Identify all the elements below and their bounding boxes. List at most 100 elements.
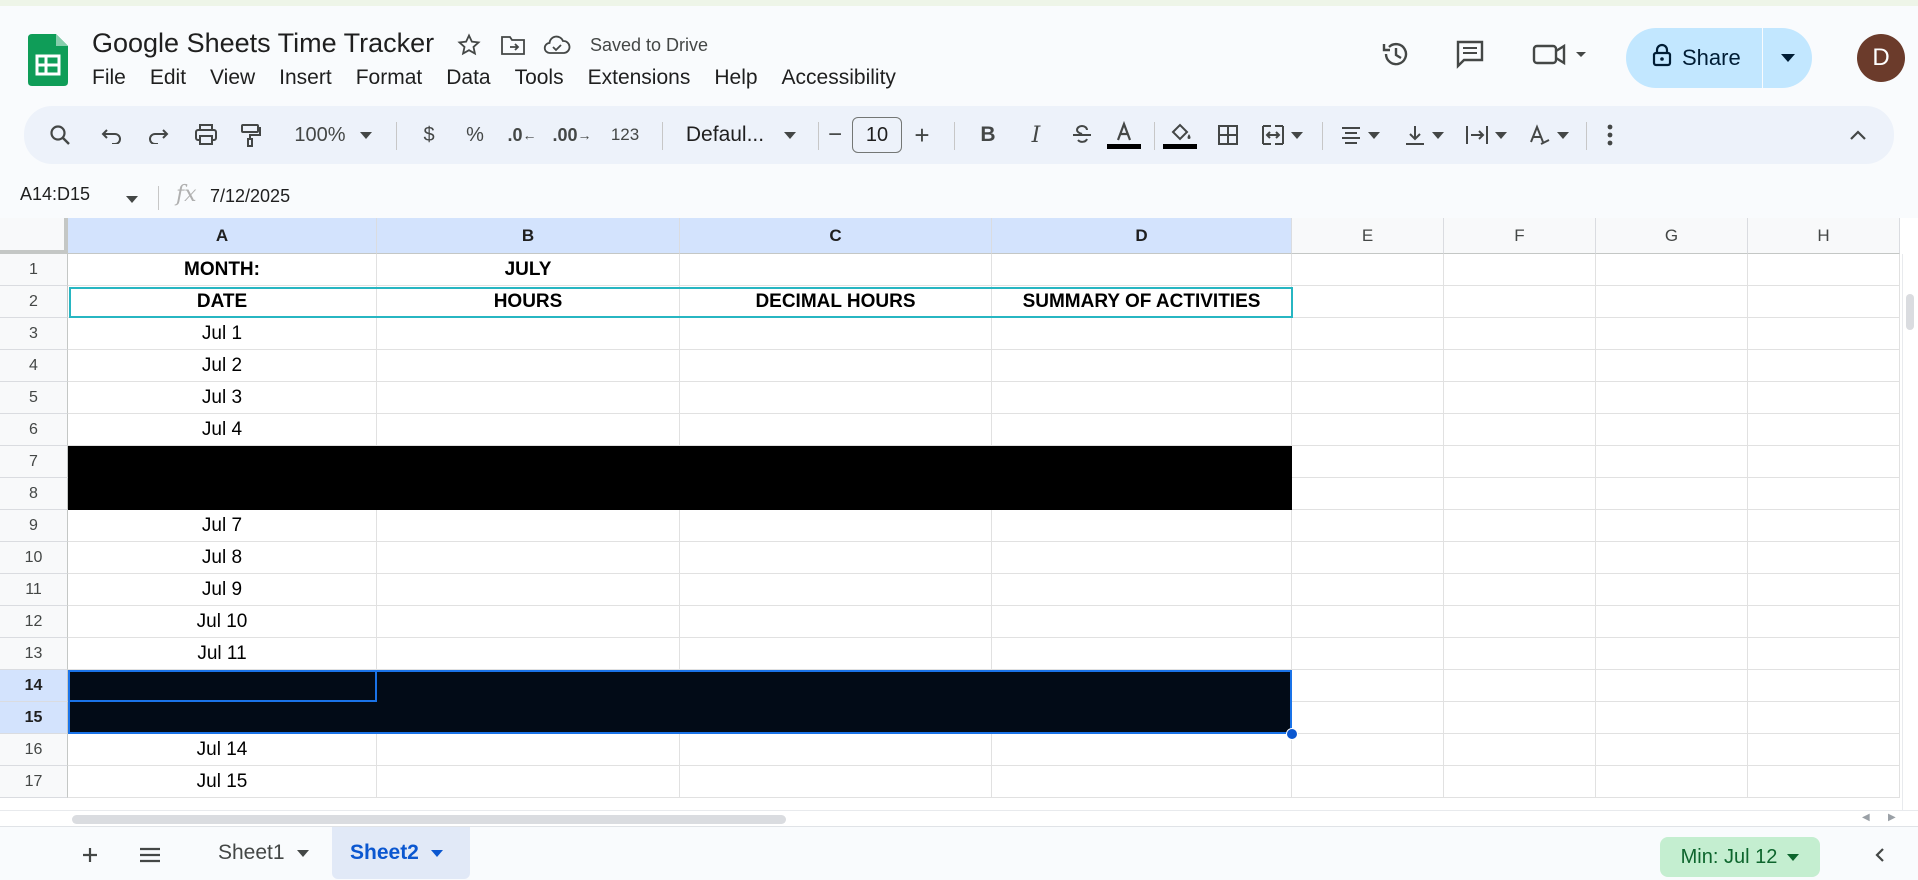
search-menus-icon[interactable] <box>40 106 80 164</box>
row-header-14[interactable]: 14 <box>0 670 68 702</box>
cell-e13[interactable] <box>1292 638 1444 670</box>
cell-h4[interactable] <box>1748 350 1900 382</box>
cell-g10[interactable] <box>1596 542 1748 574</box>
font-size-input[interactable]: 10 <box>852 117 902 153</box>
menu-insert[interactable]: Insert <box>267 64 344 92</box>
cell-c17[interactable] <box>680 766 992 798</box>
cell-d9[interactable] <box>992 510 1292 542</box>
column-header-a[interactable]: A <box>68 218 377 254</box>
cell-f4[interactable] <box>1444 350 1596 382</box>
cell-f5[interactable] <box>1444 382 1596 414</box>
column-header-c[interactable]: C <box>680 218 992 254</box>
cell-b4[interactable] <box>377 350 680 382</box>
cell-b6[interactable] <box>377 414 680 446</box>
menu-help[interactable]: Help <box>702 64 769 92</box>
text-rotation-icon[interactable] <box>1520 106 1576 164</box>
cell-b10[interactable] <box>377 542 680 574</box>
name-box[interactable]: A14:D15 <box>20 184 90 205</box>
cell-h12[interactable] <box>1748 606 1900 638</box>
undo-icon[interactable] <box>94 106 130 164</box>
menu-data[interactable]: Data <box>434 64 502 92</box>
cell-h3[interactable] <box>1748 318 1900 350</box>
cell-g14[interactable] <box>1596 670 1748 702</box>
cell-d1[interactable] <box>992 254 1292 286</box>
column-header-d[interactable]: D <box>992 218 1292 254</box>
explore-summary-button[interactable]: Min: Jul 12 <box>1660 837 1820 877</box>
row-header-9[interactable]: 9 <box>0 510 68 542</box>
meet-icon[interactable] <box>1530 36 1594 72</box>
cell-b9[interactable] <box>377 510 680 542</box>
comments-icon[interactable] <box>1452 36 1488 72</box>
cell-d16[interactable] <box>992 734 1292 766</box>
horizontal-align-icon[interactable] <box>1332 106 1388 164</box>
chevron-down-icon[interactable] <box>126 190 138 208</box>
cell-g13[interactable] <box>1596 638 1748 670</box>
italic-button[interactable]: I <box>1018 106 1054 164</box>
menu-edit[interactable]: Edit <box>138 64 198 92</box>
cell-e12[interactable] <box>1292 606 1444 638</box>
avatar[interactable]: D <box>1857 34 1905 82</box>
bold-button[interactable]: B <box>970 106 1006 164</box>
cell-b17[interactable] <box>377 766 680 798</box>
column-header-b[interactable]: B <box>377 218 680 254</box>
cell-a13[interactable]: Jul 11 <box>68 638 377 670</box>
number-format-button[interactable]: 123 <box>600 106 650 164</box>
cell-h16[interactable] <box>1748 734 1900 766</box>
menu-accessibility[interactable]: Accessibility <box>770 64 908 92</box>
cell-g2[interactable] <box>1596 286 1748 318</box>
cell-h13[interactable] <box>1748 638 1900 670</box>
cell-a17[interactable]: Jul 15 <box>68 766 377 798</box>
cell-a11[interactable]: Jul 9 <box>68 574 377 606</box>
currency-format-button[interactable]: $ <box>412 106 446 164</box>
cell-c5[interactable] <box>680 382 992 414</box>
text-color-icon[interactable] <box>1104 106 1144 164</box>
cell-c12[interactable] <box>680 606 992 638</box>
column-header-g[interactable]: G <box>1596 218 1748 254</box>
cell-e2[interactable] <box>1292 286 1444 318</box>
column-header-h[interactable]: H <box>1748 218 1900 254</box>
cell-h2[interactable] <box>1748 286 1900 318</box>
cell-f9[interactable] <box>1444 510 1596 542</box>
cell-h17[interactable] <box>1748 766 1900 798</box>
cell-f15[interactable] <box>1444 702 1596 734</box>
more-options-icon[interactable] <box>1592 106 1628 164</box>
column-header-e[interactable]: E <box>1292 218 1444 254</box>
cell-g5[interactable] <box>1596 382 1748 414</box>
font-family-select[interactable]: Defaul... <box>676 106 806 164</box>
cell-g1[interactable] <box>1596 254 1748 286</box>
cell-h11[interactable] <box>1748 574 1900 606</box>
cell-h15[interactable] <box>1748 702 1900 734</box>
cell-e10[interactable] <box>1292 542 1444 574</box>
borders-icon[interactable] <box>1208 106 1248 164</box>
row-header-15[interactable]: 15 <box>0 702 68 734</box>
cell-e11[interactable] <box>1292 574 1444 606</box>
cell-f8[interactable] <box>1444 478 1596 510</box>
vertical-scroll-thumb[interactable] <box>1906 294 1914 330</box>
cell-f12[interactable] <box>1444 606 1596 638</box>
decrease-decimal-button[interactable]: .0 ← <box>502 106 542 164</box>
cell-e15[interactable] <box>1292 702 1444 734</box>
fill-color-icon[interactable] <box>1160 106 1200 164</box>
cell-g4[interactable] <box>1596 350 1748 382</box>
cloud-saved-icon[interactable] <box>542 30 572 60</box>
fill-handle[interactable] <box>1286 728 1298 740</box>
horizontal-scroll-thumb[interactable] <box>72 815 786 824</box>
cell-b12[interactable] <box>377 606 680 638</box>
row-header-10[interactable]: 10 <box>0 542 68 574</box>
cell-e14[interactable] <box>1292 670 1444 702</box>
row-header-1[interactable]: 1 <box>0 254 68 286</box>
cell-g16[interactable] <box>1596 734 1748 766</box>
row-header-13[interactable]: 13 <box>0 638 68 670</box>
cell-h10[interactable] <box>1748 542 1900 574</box>
cell-h9[interactable] <box>1748 510 1900 542</box>
increase-decimal-button[interactable]: .00 → <box>550 106 594 164</box>
cell-d10[interactable] <box>992 542 1292 574</box>
menu-extensions[interactable]: Extensions <box>576 64 703 92</box>
cell-c4[interactable] <box>680 350 992 382</box>
text-wrapping-icon[interactable] <box>1458 106 1514 164</box>
cell-b16[interactable] <box>377 734 680 766</box>
cell-f2[interactable] <box>1444 286 1596 318</box>
horizontal-scrollbar[interactable]: ◀ ▶ <box>0 810 1918 826</box>
percent-format-button[interactable]: % <box>458 106 492 164</box>
menu-file[interactable]: File <box>80 64 138 92</box>
